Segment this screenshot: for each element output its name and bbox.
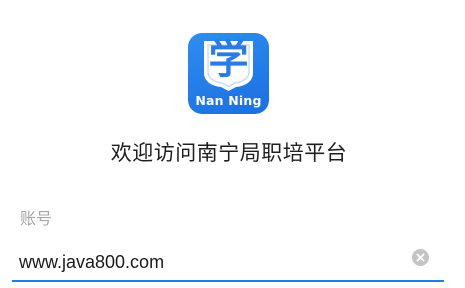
account-input[interactable] [17,248,399,276]
logo-caption: Nan Ning [195,93,262,108]
logo-glyph: 学 [208,36,249,83]
clear-circle-icon [416,253,425,262]
account-label: 账号 [20,209,53,228]
clear-input-button[interactable] [412,249,429,266]
app-logo: 学 Nan Ning [188,33,269,114]
input-underline [12,280,444,282]
welcome-title: 欢迎访问南宁局职培平台 [110,141,348,165]
